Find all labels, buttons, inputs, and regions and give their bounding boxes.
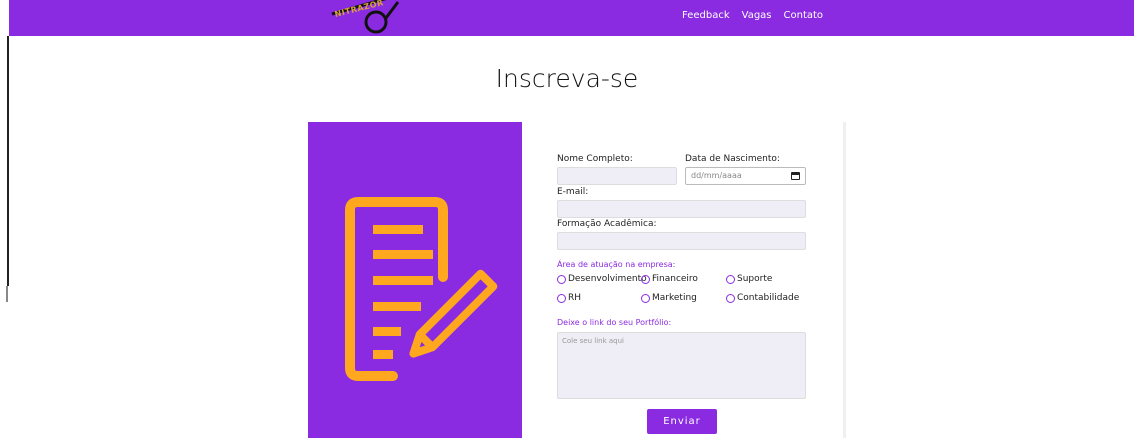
portfolio-textarea[interactable]: Cole seu link aqui	[557, 332, 806, 399]
portfolio-label: Deixe o link do seu Portfólio:	[557, 318, 672, 327]
radio-label: RH	[568, 293, 582, 303]
area-label: Área de atuação na empresa:	[557, 260, 676, 269]
nav-links: Feedback Vagas Contato	[682, 10, 823, 21]
navbar: NITRAZOR Feedback Vagas Contato	[9, 0, 1134, 36]
form-panel-shadow	[843, 122, 846, 438]
radio-button[interactable]	[641, 293, 650, 303]
submit-button[interactable]: Enviar	[647, 409, 717, 434]
email-label: E-mail:	[557, 187, 589, 197]
radio-marketing[interactable]: Marketing	[641, 293, 697, 303]
education-input[interactable]	[557, 232, 806, 250]
radio-label: Suporte	[737, 274, 773, 284]
nav-link-vagas[interactable]: Vagas	[742, 10, 772, 21]
radio-label: Financeiro	[652, 274, 698, 284]
nav-link-feedback[interactable]: Feedback	[682, 10, 730, 21]
nav-link-contato[interactable]: Contato	[784, 10, 824, 21]
signup-card: Nome Completo: Data de Nascimento: dd/mm…	[308, 122, 846, 438]
portfolio-placeholder: Cole seu link aqui	[562, 337, 624, 345]
birthdate-placeholder: dd/mm/aaaa	[691, 171, 742, 180]
radio-financeiro[interactable]: Financeiro	[641, 274, 698, 284]
name-input[interactable]	[557, 167, 677, 185]
birthdate-input[interactable]: dd/mm/aaaa	[685, 167, 806, 185]
radio-label: Contabilidade	[737, 293, 800, 303]
radio-suporte[interactable]: Suporte	[726, 274, 772, 284]
radio-button[interactable]	[557, 274, 566, 284]
birthdate-label: Data de Nascimento:	[685, 154, 780, 164]
calendar-icon[interactable]	[791, 172, 800, 180]
name-label: Nome Completo:	[557, 154, 633, 164]
radio-contabilidade[interactable]: Contabilidade	[726, 293, 799, 303]
window-edge-mark	[6, 286, 8, 302]
radio-button[interactable]	[726, 274, 735, 284]
radio-label: Marketing	[652, 293, 697, 303]
radio-button[interactable]	[557, 293, 566, 303]
radio-label: Desenvolvimento	[568, 274, 647, 284]
form-panel: Nome Completo: Data de Nascimento: dd/mm…	[522, 122, 846, 438]
radio-rh[interactable]: RH	[557, 293, 581, 303]
logo[interactable]: NITRAZOR	[330, 0, 400, 36]
radio-button[interactable]	[726, 293, 735, 303]
document-edit-icon	[345, 197, 498, 381]
radio-button[interactable]	[641, 274, 650, 284]
radio-desenvolvimento[interactable]: Desenvolvimento	[557, 274, 647, 284]
illustration-panel	[308, 122, 522, 438]
email-input[interactable]	[557, 200, 806, 218]
page-title: Inscreva-se	[495, 64, 639, 93]
education-label: Formação Acadêmica:	[557, 219, 657, 229]
